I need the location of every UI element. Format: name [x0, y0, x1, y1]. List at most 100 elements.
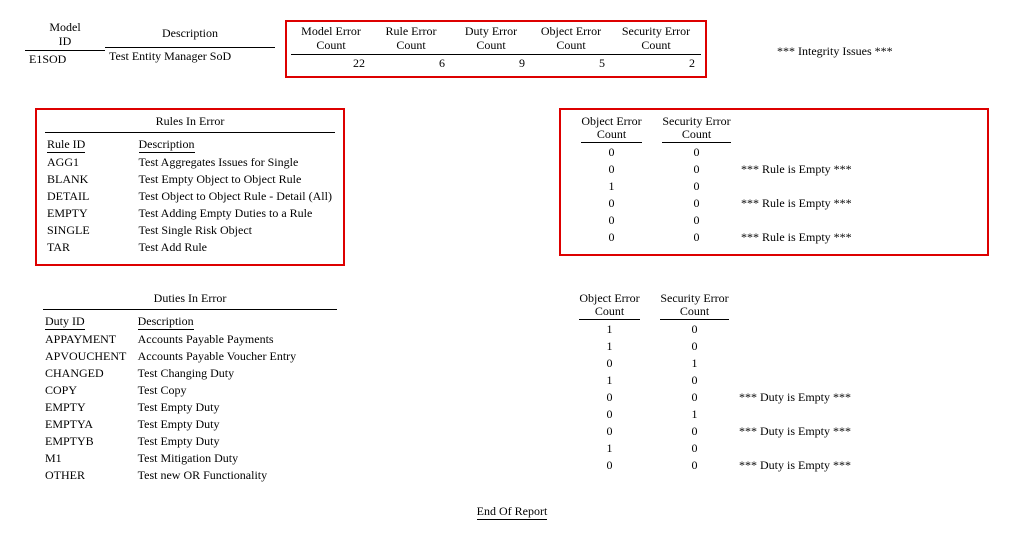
duty-sec-count: 1	[652, 355, 737, 372]
rules-row: BLANKTest Empty Object to Object Rule	[45, 171, 335, 188]
duty-sec-count: 0	[652, 423, 737, 440]
duties-cnt-hdr-sec: Security Error Count	[660, 292, 728, 321]
duty-obj-count: 0	[567, 423, 652, 440]
duty-id: COPY	[43, 382, 136, 399]
rules-count-row: 10	[569, 178, 889, 195]
duty-id: M1	[43, 450, 136, 467]
rule-sec-count: 0	[654, 161, 739, 178]
rules-table: Rule ID Description AGG1Test Aggregates …	[45, 136, 335, 256]
duty-sec-count: 0	[652, 440, 737, 457]
hdr-model-err: Model Error Count	[291, 24, 371, 55]
duty-desc: Test Empty Duty	[136, 416, 337, 433]
rule-desc: Test Add Rule	[137, 239, 336, 256]
rule-msg	[739, 144, 889, 161]
val-model-err: 22	[291, 55, 371, 72]
rule-desc: Test Adding Empty Duties to a Rule	[137, 205, 336, 222]
duty-desc: Test Empty Duty	[136, 399, 337, 416]
val-rule-err: 6	[371, 55, 451, 72]
duty-obj-count: 0	[567, 389, 652, 406]
duties-section-row: Duties In Error Duty ID Description APPA…	[25, 291, 999, 484]
duty-desc: Test Copy	[136, 382, 337, 399]
duty-msg	[737, 440, 887, 457]
duty-desc: Test Mitigation Duty	[136, 450, 337, 467]
duty-desc: Accounts Payable Voucher Entry	[136, 348, 337, 365]
rules-count-row: 00*** Rule is Empty ***	[569, 161, 889, 178]
duties-counts-table: Object Error Count Security Error Count …	[567, 291, 887, 475]
rules-cnt-hdr-sec: Security Error Count	[662, 115, 730, 144]
duties-count-row: 10	[567, 321, 887, 338]
duty-obj-count: 1	[567, 372, 652, 389]
duties-counts-box: Object Error Count Security Error Count …	[559, 291, 989, 475]
duty-obj-count: 0	[567, 406, 652, 423]
duty-sec-count: 0	[652, 457, 737, 474]
hdr-duty-err: Duty Error Count	[451, 24, 531, 55]
duty-obj-count: 0	[567, 355, 652, 372]
rule-obj-count: 0	[569, 229, 654, 246]
duty-id: EMPTYA	[43, 416, 136, 433]
duty-msg	[737, 355, 887, 372]
duties-hdr-desc: Description	[138, 314, 194, 330]
rule-id: BLANK	[45, 171, 137, 188]
hdr-model-id: Model ID	[25, 20, 105, 51]
duties-row: EMPTYATest Empty Duty	[43, 416, 337, 433]
val-sec-err: 2	[611, 55, 701, 72]
rule-id: SINGLE	[45, 222, 137, 239]
duties-count-row: 00*** Duty is Empty ***	[567, 389, 887, 406]
rule-sec-count: 0	[654, 229, 739, 246]
duty-sec-count: 1	[652, 406, 737, 423]
rules-hdr-id: Rule ID	[47, 137, 85, 153]
duty-sec-count: 0	[652, 338, 737, 355]
rule-id: DETAIL	[45, 188, 137, 205]
duty-msg: *** Duty is Empty ***	[737, 389, 887, 406]
rules-counts-box: Object Error Count Security Error Count …	[559, 108, 989, 257]
rules-count-row: 00	[569, 212, 889, 229]
duty-msg	[737, 406, 887, 423]
duty-desc: Test new OR Functionality	[136, 467, 337, 484]
rules-in-error-box: Rules In Error Rule ID Description AGG1T…	[35, 108, 345, 266]
rule-msg: *** Rule is Empty ***	[739, 229, 889, 246]
duties-row: EMPTYTest Empty Duty	[43, 399, 337, 416]
duties-row: M1Test Mitigation Duty	[43, 450, 337, 467]
rules-row: TARTest Add Rule	[45, 239, 335, 256]
duty-obj-count: 0	[567, 457, 652, 474]
duties-row: COPYTest Copy	[43, 382, 337, 399]
duties-cnt-hdr-obj: Object Error Count	[579, 292, 639, 321]
duties-count-row: 00*** Duty is Empty ***	[567, 423, 887, 440]
rule-desc: Test Aggregates Issues for Single	[137, 154, 336, 171]
rules-cnt-hdr-obj: Object Error Count	[581, 115, 641, 144]
duties-row: APVOUCHENTAccounts Payable Voucher Entry	[43, 348, 337, 365]
duty-obj-count: 1	[567, 321, 652, 338]
rules-row: AGG1Test Aggregates Issues for Single	[45, 154, 335, 171]
integrity-issues-label: *** Integrity Issues ***	[777, 20, 893, 59]
duties-title: Duties In Error	[43, 291, 337, 310]
duty-msg	[737, 338, 887, 355]
duties-count-row: 10	[567, 372, 887, 389]
rule-sec-count: 0	[654, 144, 739, 161]
end-of-report: End Of Report	[25, 504, 999, 519]
duties-row: CHANGEDTest Changing Duty	[43, 365, 337, 382]
rules-counts-table: Object Error Count Security Error Count …	[569, 114, 889, 247]
duty-id: CHANGED	[43, 365, 136, 382]
rules-count-row: 00*** Rule is Empty ***	[569, 229, 889, 246]
rule-id: TAR	[45, 239, 137, 256]
duties-count-row: 01	[567, 406, 887, 423]
duty-msg	[737, 372, 887, 389]
hdr-description: Description	[105, 20, 275, 48]
rule-sec-count: 0	[654, 195, 739, 212]
rule-obj-count: 1	[569, 178, 654, 195]
rule-desc: Test Object to Object Rule - Detail (All…	[137, 188, 336, 205]
duty-desc: Accounts Payable Payments	[136, 331, 337, 348]
rule-msg	[739, 178, 889, 195]
duties-in-error-box: Duties In Error Duty ID Description APPA…	[35, 291, 345, 484]
duties-count-row: 10	[567, 440, 887, 457]
val-obj-err: 5	[531, 55, 611, 72]
val-model-id: E1SOD	[25, 51, 105, 68]
duty-desc: Test Changing Duty	[136, 365, 337, 382]
rules-count-row: 00	[569, 144, 889, 161]
rule-sec-count: 0	[654, 212, 739, 229]
duty-sec-count: 0	[652, 389, 737, 406]
duties-table: Duty ID Description APPAYMENTAccounts Pa…	[43, 313, 337, 484]
duty-msg	[737, 321, 887, 338]
duties-count-row: 00*** Duty is Empty ***	[567, 457, 887, 474]
duty-sec-count: 0	[652, 321, 737, 338]
